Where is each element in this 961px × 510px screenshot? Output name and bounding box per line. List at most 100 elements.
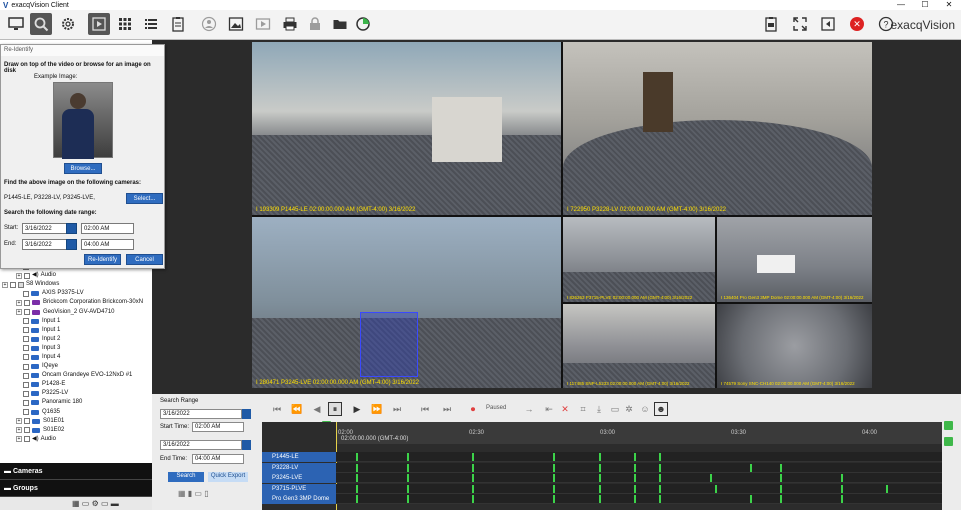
motion-event-mark[interactable] (356, 474, 359, 482)
video-tile-1[interactable]: I 193309 P1445-LE 02:00:00.000 AM (GMT-4… (252, 42, 561, 215)
tree-item[interactable]: P3225-LV (0, 389, 152, 398)
settings-icon[interactable]: ✲ (622, 402, 636, 416)
mark-icon[interactable]: ⌗ (576, 402, 590, 416)
motion-event-mark[interactable] (659, 474, 662, 482)
tree-checkbox[interactable] (23, 409, 29, 416)
reidentify-tool-icon[interactable]: ☻ (654, 402, 668, 416)
expand-icon[interactable]: + (16, 299, 22, 306)
expand-icon[interactable]: + (16, 309, 22, 316)
tab-cameras[interactable]: ▬ Cameras (0, 463, 152, 480)
tab-groups[interactable]: ▬ Groups (0, 480, 152, 497)
tree-checkbox[interactable] (24, 299, 30, 306)
tree-checkbox[interactable] (23, 318, 29, 325)
play-icon[interactable]: ▶ (350, 402, 364, 416)
end-date-calendar-button[interactable] (66, 239, 77, 250)
clear-icon[interactable]: ✕ (558, 402, 572, 416)
tree-item[interactable]: + Brickcom Corporation Brickcom-30xN (0, 298, 152, 307)
timeline-track[interactable] (336, 452, 942, 462)
motion-event-mark[interactable] (406, 484, 409, 493)
reidentify-button[interactable]: Re-Identify (84, 254, 121, 265)
clip-icon[interactable]: ⇤ (542, 402, 556, 416)
tree-item[interactable]: Input 3 (0, 344, 152, 353)
skip-start-icon[interactable]: ⏮ (270, 402, 284, 416)
motion-event-mark[interactable] (472, 495, 475, 503)
tree-item[interactable]: IQeye (0, 362, 152, 371)
tree-checkbox[interactable] (24, 436, 30, 443)
tree-checkbox[interactable] (23, 381, 29, 388)
tree-checkbox[interactable] (23, 363, 29, 370)
end-time-input[interactable]: 04:00 AM (81, 239, 134, 250)
motion-event-mark[interactable] (886, 484, 889, 493)
motion-event-mark[interactable] (633, 484, 636, 493)
skip-end-icon[interactable]: ⏭ (390, 402, 404, 416)
tree-item[interactable]: Q1635 (0, 408, 152, 417)
search-button[interactable]: Search (168, 472, 204, 482)
tree-item[interactable]: + GeoVision_2 GV-AVD4710 (0, 307, 152, 316)
motion-event-mark[interactable] (356, 495, 359, 503)
tree-checkbox[interactable] (24, 309, 30, 316)
motion-event-mark[interactable] (406, 474, 409, 482)
close-button[interactable]: ✕ (937, 0, 961, 10)
expand-icon[interactable]: + (16, 418, 22, 425)
video-clip-icon[interactable] (252, 13, 274, 35)
timeline-track[interactable] (336, 494, 942, 504)
start-date-input[interactable]: 3/16/2022 (22, 223, 67, 234)
motion-event-mark[interactable] (841, 474, 843, 482)
tree-item[interactable]: + ◀) Audio (0, 435, 152, 444)
motion-event-mark[interactable] (633, 463, 636, 472)
expand-icon[interactable]: + (16, 436, 22, 443)
tree-item[interactable]: P1428-E (0, 380, 152, 389)
tree-checkbox[interactable] (24, 427, 30, 434)
tree-item[interactable]: AXIS P3375-LV (0, 289, 152, 298)
footer-icons[interactable]: ▦ ▭ ⚙ ▭ ▬ (72, 499, 119, 508)
timeline-row-label[interactable]: Pro Gen3 3MP Dome (262, 494, 336, 504)
search-icon[interactable] (30, 13, 52, 35)
alarm-icon[interactable]: ✕ (846, 13, 868, 35)
motion-event-mark[interactable] (780, 495, 783, 503)
image-icon[interactable] (225, 13, 247, 35)
motion-event-mark[interactable] (598, 474, 601, 482)
motion-event-mark[interactable] (356, 463, 359, 472)
tree-checkbox[interactable] (24, 272, 30, 279)
timeline-track[interactable] (336, 462, 942, 473)
start-date-calendar-button[interactable] (66, 223, 77, 234)
tree-item[interactable]: + ◀) Audio (0, 271, 152, 280)
timeline-next-green-icon[interactable] (944, 437, 953, 446)
timeline-row-label[interactable]: P1445-LE (262, 452, 336, 462)
tree-item[interactable]: + S01E02 (0, 426, 152, 435)
timeline-zoom-out-green-icon[interactable] (944, 421, 953, 430)
fullscreen-icon[interactable] (789, 13, 811, 35)
motion-event-mark[interactable] (659, 463, 662, 472)
tree-checkbox[interactable] (24, 418, 30, 425)
video-tile-2[interactable]: I 722950 P3228-LV 02:00:00.000 AM (GMT-4… (563, 42, 872, 215)
quick-export-button[interactable]: Quick Export (208, 472, 248, 482)
video-tile-3[interactable]: I 280471 P3245-LVE 02:00:00.000 AM (GMT-… (252, 217, 561, 388)
motion-event-mark[interactable] (598, 453, 601, 461)
next-event-icon[interactable]: ⏭ (440, 402, 454, 416)
motion-event-mark[interactable] (553, 453, 556, 461)
motion-event-mark[interactable] (598, 463, 601, 472)
user-search-icon[interactable] (198, 13, 220, 35)
end-date-input[interactable]: 3/16/2022 (22, 239, 67, 250)
timeline-track[interactable] (336, 483, 942, 494)
minimize-button[interactable]: — (889, 0, 913, 10)
expand-icon[interactable]: + (2, 281, 8, 288)
printer-icon[interactable] (279, 13, 301, 35)
tree-checkbox[interactable] (23, 327, 29, 334)
disk-usage-icon[interactable] (352, 13, 374, 35)
motion-event-mark[interactable] (406, 453, 409, 461)
motion-event-mark[interactable] (472, 484, 475, 493)
motion-event-mark[interactable] (553, 495, 556, 503)
tree-item[interactable]: Input 1 (0, 317, 152, 326)
expand-icon[interactable]: + (16, 427, 22, 434)
motion-event-mark[interactable] (553, 474, 556, 482)
rewind-icon[interactable]: ⏪ (290, 402, 304, 416)
search-start-time-input[interactable]: 02:00 AM (192, 422, 244, 432)
timeline-row-label[interactable]: P3715-PLVE (262, 483, 336, 494)
tree-checkbox[interactable] (23, 372, 29, 379)
lock-icon[interactable] (304, 13, 326, 35)
motion-event-mark[interactable] (709, 474, 712, 482)
step-back-icon[interactable]: ◀ (310, 402, 324, 416)
list-view-icon[interactable] (140, 13, 162, 35)
video-tile-6[interactable]: I 117485 SNP-L5233 02:00:00.000 AM (GMT-… (563, 304, 715, 388)
